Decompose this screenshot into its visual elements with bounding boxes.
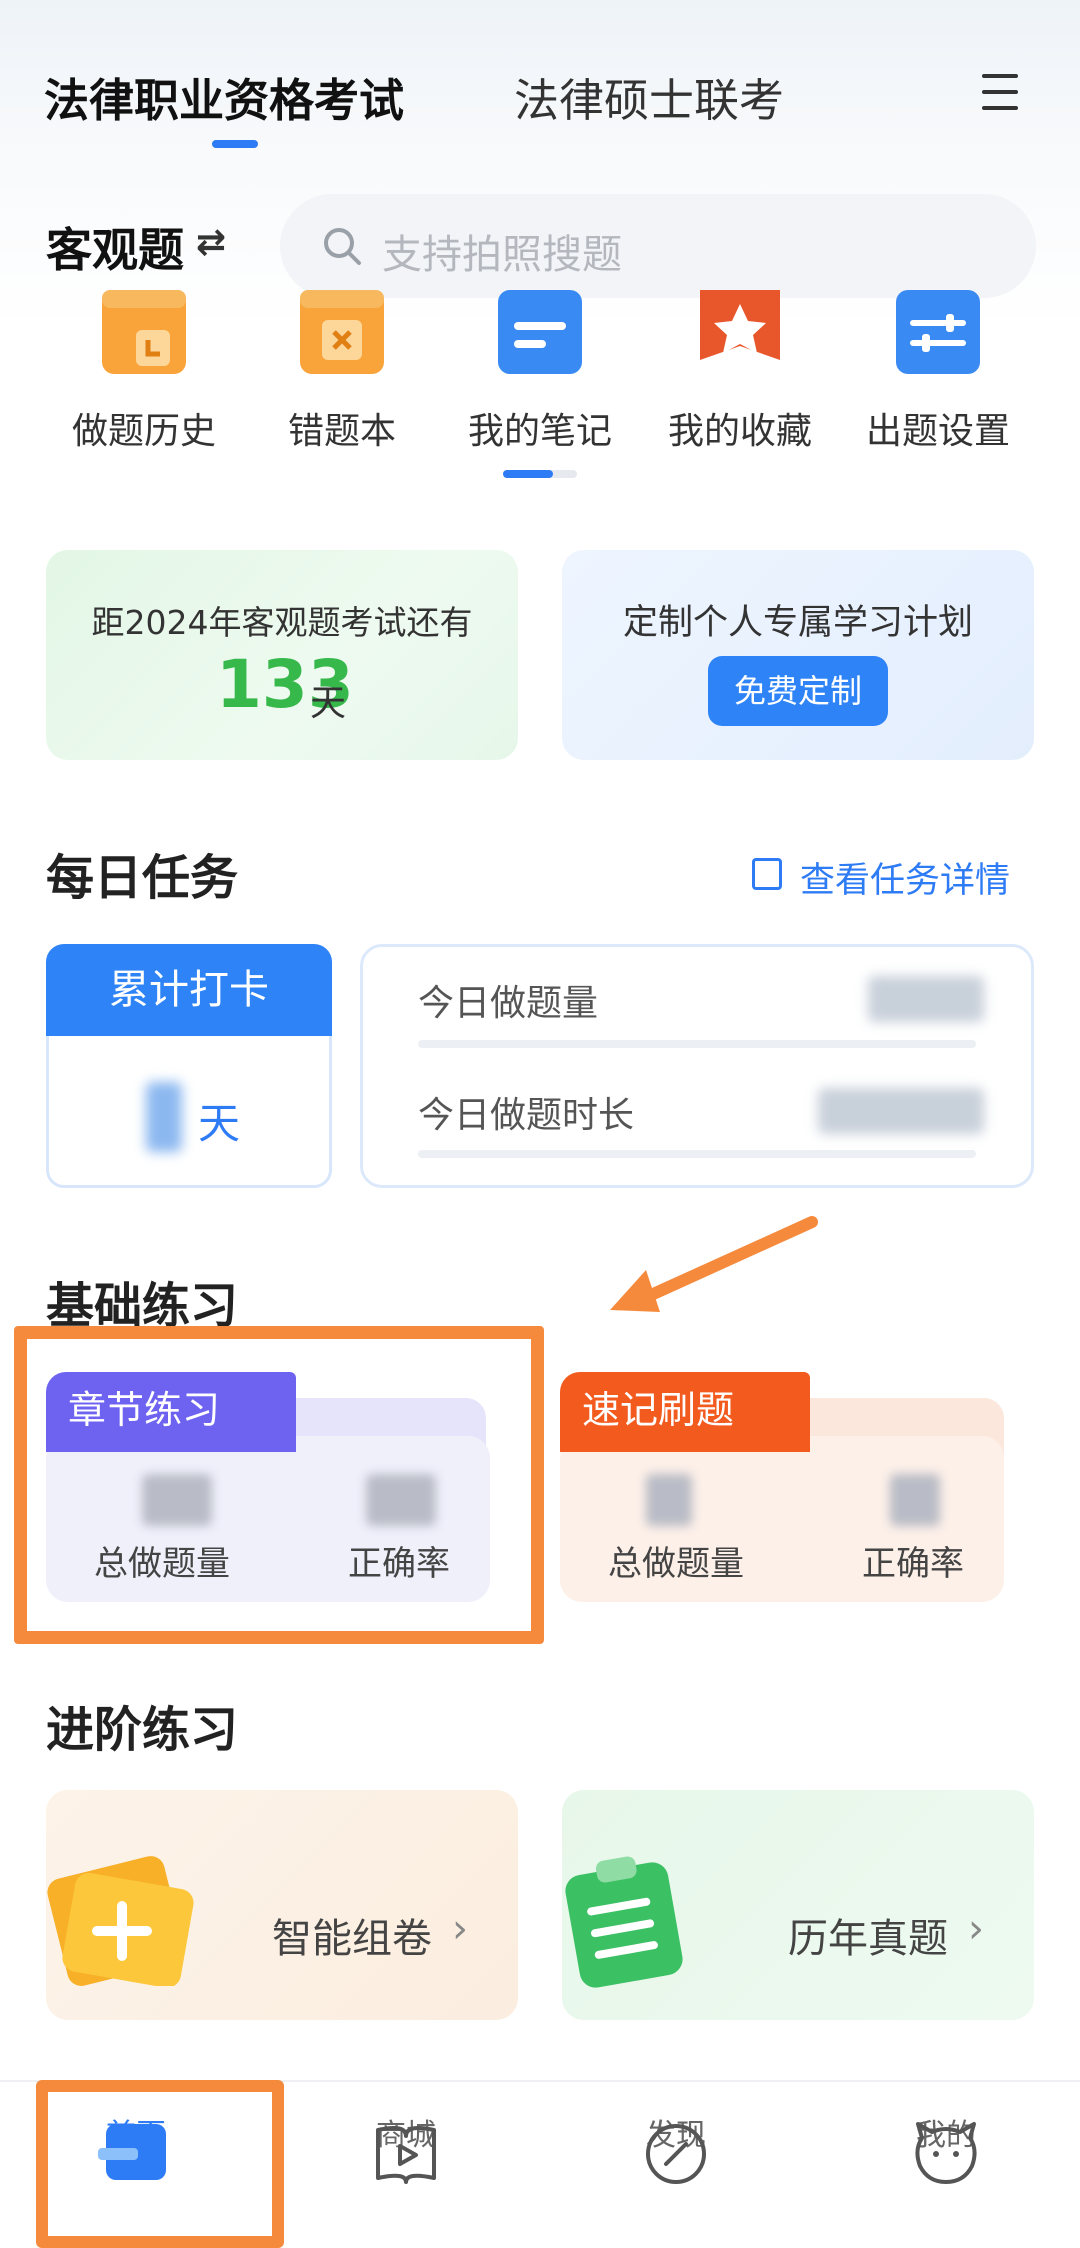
- today-count-label: 今日做题量: [418, 983, 599, 1024]
- quick-action-wrong-book[interactable]: 错题本: [242, 402, 442, 454]
- profile-mascot-icon: [915, 2122, 977, 2184]
- countdown-unit: 天: [310, 683, 347, 724]
- tab-law-master-exam[interactable]: 法律硕士联考: [514, 64, 784, 129]
- today-count-progress-bar: [418, 1040, 976, 1048]
- study-plan-text: 定制个人专属学习计划: [622, 603, 973, 643]
- settings-icon[interactable]: [878, 290, 998, 374]
- quick-actions-pager: [503, 470, 577, 478]
- subject-selector[interactable]: 客观题: [46, 214, 184, 280]
- quick-accuracy-label: 正确率: [862, 1544, 964, 1584]
- quick-total-value-blurred: [646, 1474, 692, 1526]
- active-tab-indicator: [212, 140, 258, 148]
- annotation-nav-highlight-box: [36, 2080, 284, 2248]
- checkin-title: 累计打卡: [46, 944, 332, 1036]
- view-task-details-link[interactable]: 查看任务详情: [800, 852, 1010, 903]
- annotation-arrow-icon: [610, 1216, 818, 1312]
- free-customize-button[interactable]: 免费定制: [708, 656, 888, 726]
- today-time-label: 今日做题时长: [418, 1095, 635, 1136]
- daily-tasks-title: 每日任务: [46, 850, 239, 906]
- quick-accuracy-value-blurred: [890, 1474, 940, 1526]
- checkin-count-blurred: [146, 1082, 182, 1152]
- switch-icon[interactable]: ⇄: [196, 222, 226, 263]
- history-icon[interactable]: [84, 290, 204, 374]
- today-time-value-blurred: [818, 1088, 984, 1134]
- menu-icon[interactable]: [982, 74, 1022, 112]
- task-details-icon[interactable]: [752, 858, 782, 890]
- past-exams-label: 历年真题: [788, 1916, 948, 1962]
- notes-icon[interactable]: [480, 290, 600, 374]
- search-icon: [324, 228, 361, 265]
- search-placeholder: 支持拍照搜题: [382, 232, 622, 278]
- quick-practice-tab: 速记刷题: [560, 1372, 810, 1452]
- nav-mine[interactable]: 我的: [866, 2110, 1026, 2230]
- smart-paper-label: 智能组卷: [272, 1916, 432, 1962]
- clipboard-list-icon: [565, 1856, 683, 1988]
- book-play-icon: [376, 2126, 436, 2184]
- quick-total-label: 总做题量: [608, 1544, 744, 1584]
- checkin-unit: 天: [198, 1099, 241, 1148]
- nav-discover[interactable]: 发现: [596, 2110, 756, 2230]
- quick-action-settings[interactable]: 出题设置: [838, 402, 1038, 454]
- compass-icon: [646, 2124, 706, 2184]
- annotation-highlight-box: [14, 1326, 544, 1644]
- today-time-progress-bar: [418, 1150, 976, 1158]
- folder-plus-icon: [47, 1856, 194, 1986]
- nav-mall[interactable]: 商城: [326, 2110, 486, 2230]
- quick-action-notes[interactable]: 我的笔记: [440, 402, 640, 454]
- countdown-text: 距2024年客观题考试还有: [91, 603, 473, 642]
- quick-action-favorites[interactable]: 我的收藏: [640, 402, 840, 454]
- past-exams-chevron-icon: ›: [968, 1906, 984, 1952]
- study-plan-card[interactable]: [562, 550, 1034, 760]
- smart-paper-chevron-icon: ›: [452, 1906, 468, 1952]
- wrong-book-icon[interactable]: [282, 290, 402, 374]
- tab-legal-qualification-exam[interactable]: 法律职业资格考试: [44, 64, 404, 129]
- advanced-practice-title: 进阶练习: [46, 1702, 239, 1758]
- today-count-value-blurred: [868, 976, 984, 1022]
- quick-action-history[interactable]: 做题历史: [44, 402, 244, 454]
- favorite-icon[interactable]: [680, 290, 800, 374]
- quick-practice-card[interactable]: 速记刷题 总做题量 正确率: [560, 1372, 1004, 1602]
